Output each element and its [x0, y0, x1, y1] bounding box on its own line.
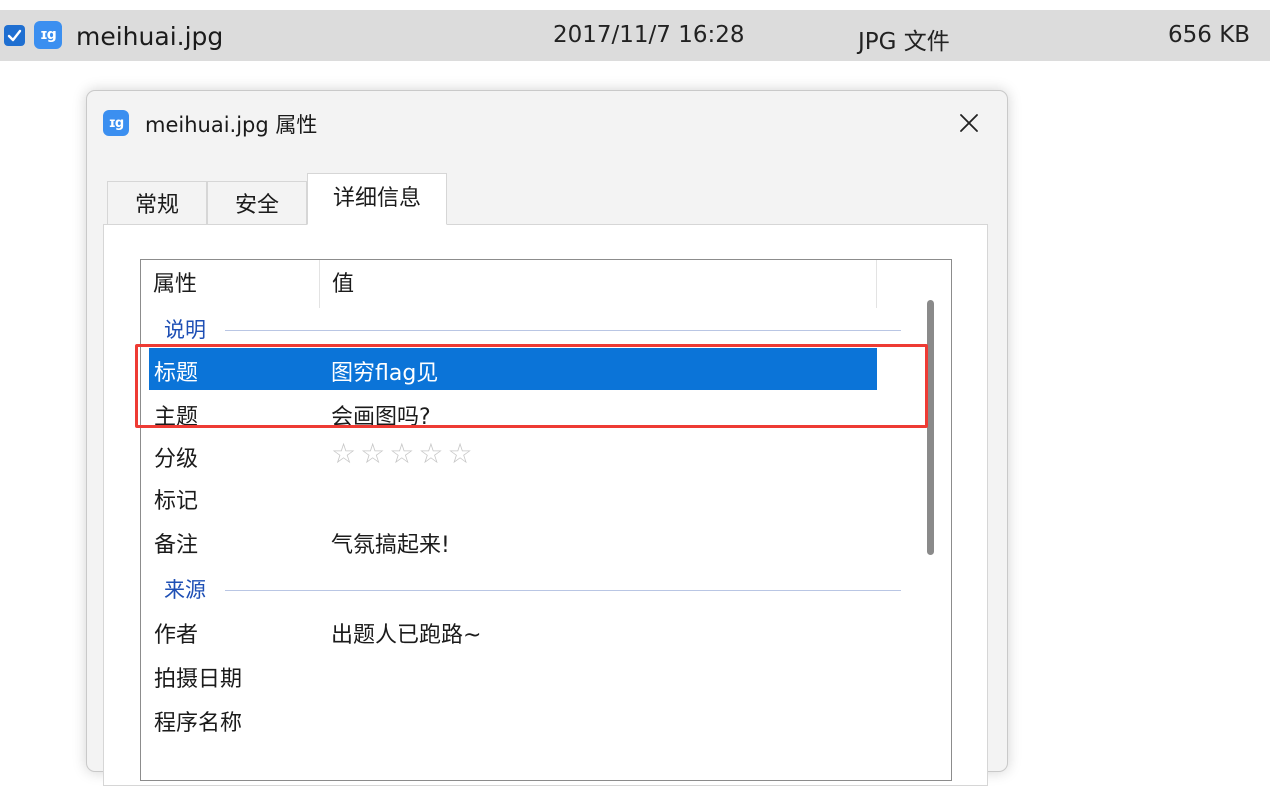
- group-label: 说明: [164, 314, 214, 344]
- star-icon[interactable]: ☆: [331, 437, 360, 470]
- property-name: 主题: [154, 405, 199, 430]
- property-row-author[interactable]: 作者 出题人已跑路~: [149, 610, 877, 652]
- property-name: 程序名称: [154, 711, 243, 736]
- group-origin: 来源: [141, 568, 901, 608]
- star-icon[interactable]: ☆: [418, 437, 447, 470]
- property-name: 标记: [154, 489, 199, 514]
- file-size: 656 KB: [1168, 22, 1251, 48]
- details-panel: 属性 值 说明 标题 图穷flag见 主题 会画图吗? 分级 ☆☆☆☆☆ 标记 …: [103, 224, 988, 786]
- property-row-comments[interactable]: 备注 气氛搞起来!: [149, 520, 877, 562]
- property-name: 备注: [154, 533, 199, 558]
- property-value[interactable]: 气氛搞起来!: [331, 527, 450, 559]
- property-row-program-name[interactable]: 程序名称: [149, 698, 877, 740]
- file-date: 2017/11/7 16:28: [553, 22, 745, 48]
- image-file-icon: ɪg: [34, 21, 62, 49]
- property-value[interactable]: 图穷flag见: [331, 355, 438, 387]
- group-divider: [225, 590, 901, 591]
- tab-details[interactable]: 详细信息: [307, 173, 447, 225]
- file-type: JPG 文件: [858, 29, 950, 55]
- properties-dialog: ɪg meihuai.jpg 属性 常规 安全 详细信息 属性 值 说明 标题 …: [86, 90, 1008, 786]
- property-value[interactable]: 出题人已跑路~: [331, 617, 481, 649]
- star-icon[interactable]: ☆: [447, 437, 476, 470]
- property-row-tags[interactable]: 标记: [149, 476, 877, 518]
- group-description: 说明: [141, 308, 901, 348]
- property-name: 拍摄日期: [154, 667, 243, 692]
- property-row-date-taken[interactable]: 拍摄日期: [149, 654, 877, 696]
- close-button[interactable]: [947, 103, 991, 143]
- property-name: 作者: [154, 623, 199, 648]
- tab-security[interactable]: 安全: [207, 181, 307, 225]
- list-header: 属性 值: [141, 260, 877, 308]
- property-name: 标题: [154, 361, 199, 386]
- group-label: 来源: [164, 574, 214, 604]
- star-icon[interactable]: ☆: [360, 437, 389, 470]
- property-list[interactable]: 属性 值 说明 标题 图穷flag见 主题 会画图吗? 分级 ☆☆☆☆☆ 标记 …: [140, 259, 952, 781]
- property-name: 分级: [154, 447, 199, 472]
- scrollbar[interactable]: [921, 260, 951, 780]
- rating-stars[interactable]: ☆☆☆☆☆: [331, 437, 477, 470]
- close-icon: [960, 114, 978, 132]
- property-value[interactable]: 会画图吗?: [331, 399, 431, 431]
- property-row-title[interactable]: 标题 图穷flag见: [149, 348, 877, 390]
- property-row-rating[interactable]: 分级 ☆☆☆☆☆: [149, 434, 877, 476]
- image-file-icon: ɪg: [103, 110, 129, 136]
- file-name[interactable]: meihuai.jpg: [76, 22, 223, 51]
- scrollbar-thumb[interactable]: [927, 300, 934, 555]
- column-header-property[interactable]: 属性: [141, 260, 320, 308]
- column-header-value[interactable]: 值: [320, 260, 877, 308]
- group-divider: [225, 330, 901, 331]
- tab-general[interactable]: 常规: [107, 181, 207, 225]
- property-row-subject[interactable]: 主题 会画图吗?: [149, 392, 877, 434]
- dialog-title: meihuai.jpg 属性: [145, 113, 318, 137]
- checkbox-checked-icon[interactable]: [4, 25, 25, 46]
- file-row[interactable]: ɪg meihuai.jpg 2017/11/7 16:28 JPG 文件 65…: [0, 10, 1270, 61]
- star-icon[interactable]: ☆: [389, 437, 418, 470]
